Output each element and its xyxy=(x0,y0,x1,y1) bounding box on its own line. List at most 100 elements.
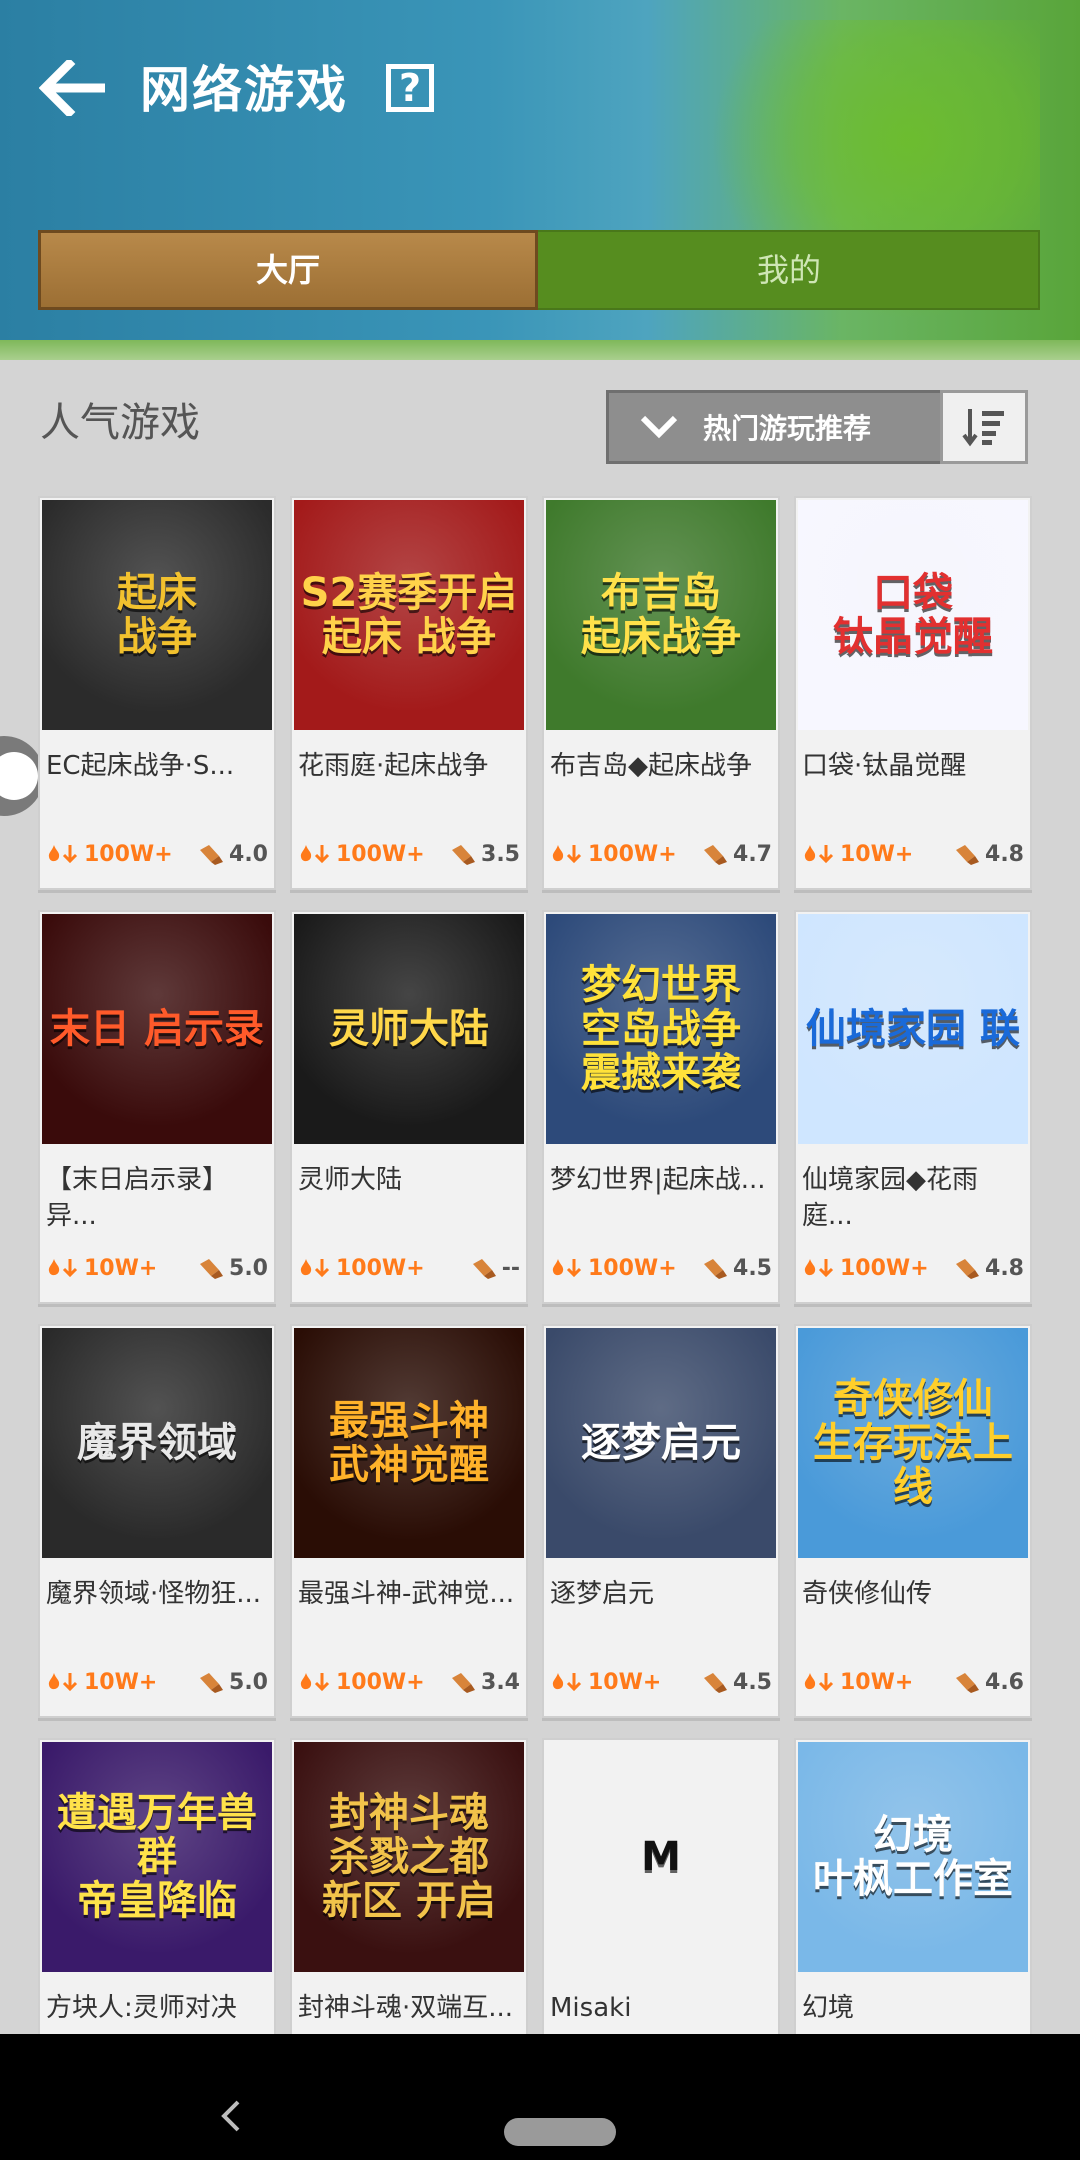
game-card[interactable]: 布吉岛 起床战争布吉岛◆起床战争 100W+ 4.7 xyxy=(542,496,780,890)
game-rating-label: 3.4 xyxy=(481,1669,520,1695)
download-count-label: 10W+ xyxy=(840,1669,914,1695)
download-count: 10W+ xyxy=(802,842,913,867)
game-stats: 100W+ 3.4 xyxy=(298,1666,520,1698)
app-header: 网络游戏 ? 大厅 我的 xyxy=(0,0,1080,360)
game-thumbnail: 布吉岛 起床战争 xyxy=(546,500,776,730)
game-rating: 3.4 xyxy=(449,1670,520,1695)
sort-label: 热门游玩推荐 xyxy=(703,412,872,445)
game-stats: 100W+ 4.7 xyxy=(550,838,772,870)
sort-dropdown[interactable]: 热门游玩推荐 xyxy=(606,390,946,464)
rating-icon xyxy=(200,1673,224,1693)
game-rating: 4.8 xyxy=(953,1256,1024,1281)
game-title: 幻境 xyxy=(802,1993,855,2023)
download-count-label: 100W+ xyxy=(588,1255,677,1281)
download-count-label: 100W+ xyxy=(336,1669,425,1695)
page-title: 网络游戏 xyxy=(140,61,348,119)
rating-icon xyxy=(472,1259,496,1279)
game-card[interactable]: 灵师大陆 灵师大陆 100W+ -- xyxy=(290,910,528,1304)
game-stats: 10W+ 4.8 xyxy=(802,838,1024,870)
sort-order-button[interactable] xyxy=(940,390,1028,464)
game-rating-label: 5.0 xyxy=(229,1255,268,1281)
game-card[interactable]: 魔界领域 魔界领域·怪物狂... 10W+ 5.0 xyxy=(38,1324,276,1718)
tab-mine[interactable]: 我的 xyxy=(538,230,1040,310)
game-stats: 10W+ 4.5 xyxy=(550,1666,772,1698)
game-thumbnail: 最强斗神 武神觉醒 xyxy=(294,1328,524,1558)
rating-icon xyxy=(200,1259,224,1279)
game-title: 口袋·钛晶觉醒 xyxy=(802,751,967,781)
fire-download-icon xyxy=(552,1673,582,1692)
download-count: 100W+ xyxy=(298,842,425,867)
game-rating-label: -- xyxy=(501,1255,520,1281)
game-thumbnail: M xyxy=(546,1742,776,1972)
game-rating-label: 4.5 xyxy=(733,1255,772,1281)
nav-home-pill[interactable] xyxy=(504,2118,616,2146)
back-button[interactable] xyxy=(38,58,110,118)
game-stats: 10W+ 4.6 xyxy=(802,1666,1024,1698)
game-card[interactable]: S2赛季开启 起床 战争花雨庭·起床战争 100W+ 3.5 xyxy=(290,496,528,890)
game-title: 布吉岛◆起床战争 xyxy=(550,751,752,781)
arrow-left-icon xyxy=(39,60,105,116)
download-count-label: 10W+ xyxy=(84,1255,158,1281)
game-thumbnail: S2赛季开启 起床 战争 xyxy=(294,500,524,730)
rating-icon xyxy=(704,1259,728,1279)
game-title: 方块人:灵师对决 xyxy=(46,1993,237,2023)
rating-icon xyxy=(956,845,980,865)
rating-icon xyxy=(200,845,224,865)
game-title: 花雨庭·起床战争 xyxy=(298,751,489,781)
game-card[interactable]: 仙境家园 联仙境家园◆花雨庭... 100W+ 4.8 xyxy=(794,910,1032,1304)
game-card[interactable]: 末日 启示录 【末日启示录】异... 10W+ 5.0 xyxy=(38,910,276,1304)
game-card[interactable]: 逐梦启元 逐梦启元 10W+ 4.5 xyxy=(542,1324,780,1718)
game-rating: 4.5 xyxy=(701,1256,772,1281)
game-rating: 5.0 xyxy=(197,1670,268,1695)
game-rating: 4.8 xyxy=(953,842,1024,867)
fire-download-icon xyxy=(300,1259,330,1278)
game-rating-label: 4.7 xyxy=(733,841,772,867)
game-rating-label: 4.6 xyxy=(985,1669,1024,1695)
fire-download-icon xyxy=(804,845,834,864)
question-box-icon: ? xyxy=(398,66,422,110)
game-rating: 4.6 xyxy=(953,1670,1024,1695)
nav-back-icon[interactable] xyxy=(212,2096,252,2136)
game-card[interactable]: 起床 战争 EC起床战争·S... 100W+ 4.0 xyxy=(38,496,276,890)
game-rating: 4.7 xyxy=(701,842,772,867)
game-rating-label: 4.5 xyxy=(733,1669,772,1695)
game-title: 奇侠修仙传 xyxy=(802,1579,933,1609)
help-button[interactable]: ? xyxy=(386,64,434,112)
game-card[interactable]: 梦幻世界 空岛战争 震撼来袭 梦幻世界|起床战... 100W+ 4.5 xyxy=(542,910,780,1304)
game-rating-label: 4.8 xyxy=(985,841,1024,867)
game-thumbnail: 幻境 叶枫工作室 xyxy=(798,1742,1028,1972)
game-title: 仙境家园◆花雨庭... xyxy=(802,1165,978,1231)
rating-icon xyxy=(452,1673,476,1693)
chevron-down-icon xyxy=(640,415,678,439)
game-thumbnail: 灵师大陆 xyxy=(294,914,524,1144)
game-rating: 3.5 xyxy=(449,842,520,867)
fire-download-icon xyxy=(300,845,330,864)
system-nav-bar xyxy=(0,2034,1080,2160)
game-card[interactable]: 最强斗神 武神觉醒 最强斗神-武神觉... 100W+ 3.4 xyxy=(290,1324,528,1718)
game-card[interactable]: 口袋 钛晶觉醒 口袋·钛晶觉醒 10W+ 4.8 xyxy=(794,496,1032,890)
download-count: 100W+ xyxy=(298,1256,425,1281)
download-count: 100W+ xyxy=(550,842,677,867)
fire-download-icon xyxy=(48,1259,78,1278)
game-thumbnail: 仙境家园 联 xyxy=(798,914,1028,1144)
game-thumbnail: 封神斗魂 杀戮之都 新区 开启 xyxy=(294,1742,524,1972)
game-title: 灵师大陆 xyxy=(298,1165,403,1195)
sort-list-icon xyxy=(962,409,1004,447)
game-thumbnail: 末日 启示录 xyxy=(42,914,272,1144)
download-count: 100W+ xyxy=(802,1256,929,1281)
download-count-label: 10W+ xyxy=(840,841,914,867)
game-thumbnail: 起床 战争 xyxy=(42,500,272,730)
rating-icon xyxy=(704,1673,728,1693)
game-stats: 10W+ 5.0 xyxy=(46,1252,268,1284)
game-thumbnail: 逐梦启元 xyxy=(546,1328,776,1558)
game-stats: 100W+ -- xyxy=(298,1252,520,1284)
tab-lobby[interactable]: 大厅 xyxy=(38,230,538,310)
fire-download-icon xyxy=(48,845,78,864)
game-thumbnail: 奇侠修仙 生存玩法上线 xyxy=(798,1328,1028,1558)
game-rating-label: 4.8 xyxy=(985,1255,1024,1281)
game-title: Misaki xyxy=(550,1993,632,2023)
rating-icon xyxy=(956,1259,980,1279)
game-rating-label: 5.0 xyxy=(229,1669,268,1695)
download-count-label: 100W+ xyxy=(840,1255,929,1281)
game-card[interactable]: 奇侠修仙 生存玩法上线奇侠修仙传 10W+ 4.6 xyxy=(794,1324,1032,1718)
